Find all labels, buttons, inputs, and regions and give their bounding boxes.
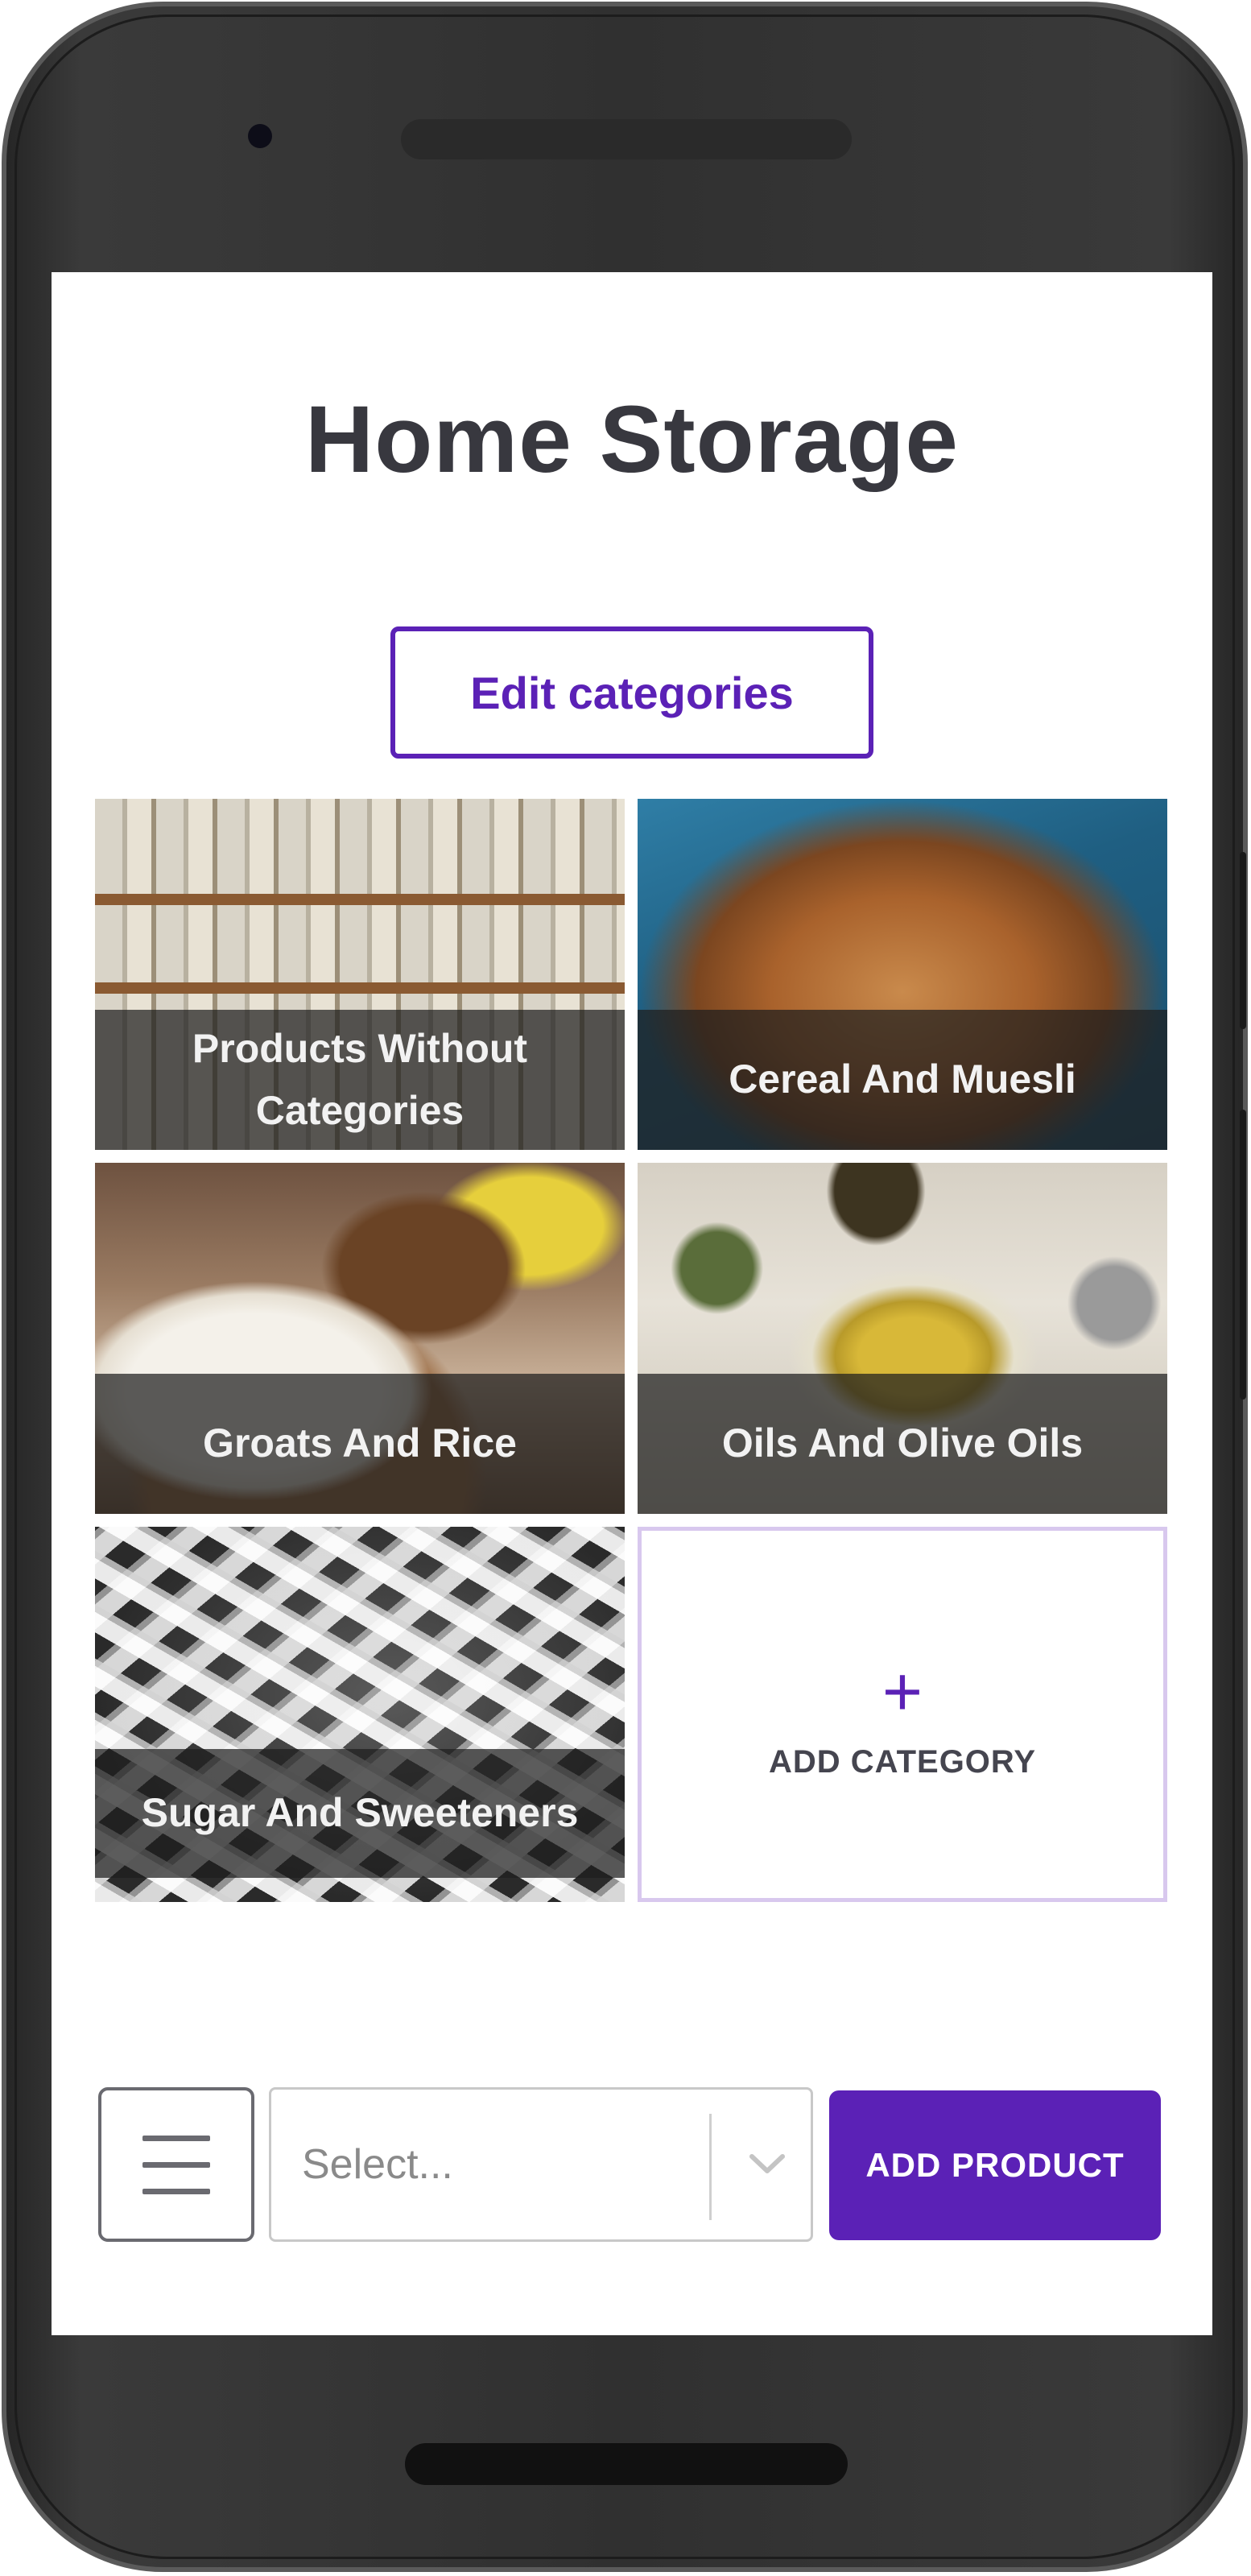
side-button (1240, 852, 1246, 1029)
hamburger-line (142, 2161, 210, 2168)
category-tile-oils-and-olive-oils[interactable]: Oils And Olive Oils (638, 1163, 1167, 1514)
hamburger-line (142, 2188, 210, 2194)
category-label: Cereal And Muesli (638, 1010, 1167, 1150)
front-camera (248, 124, 272, 148)
category-label: Groats And Rice (95, 1374, 625, 1514)
page-title: Home Storage (305, 387, 959, 493)
add-category-tile[interactable]: + ADD CATEGORY (638, 1527, 1167, 1902)
select-separator (709, 2114, 712, 2220)
add-category-label: ADD CATEGORY (769, 1743, 1036, 1780)
select-placeholder: Select... (302, 2141, 453, 2188)
chevron-down-icon[interactable] (743, 2090, 791, 2239)
category-label: Oils And Olive Oils (638, 1374, 1167, 1514)
product-select[interactable]: Select... (269, 2087, 813, 2242)
hamburger-menu-icon (142, 2135, 210, 2141)
category-tile-cereal-and-muesli[interactable]: Cereal And Muesli (638, 799, 1167, 1150)
category-label: Sugar And Sweeteners (95, 1749, 625, 1878)
plus-icon: + (881, 1652, 923, 1730)
category-label: Products Without Categories (95, 1010, 625, 1150)
earpiece-speaker (401, 119, 852, 159)
side-button (1240, 1110, 1246, 1400)
add-product-button[interactable]: ADD PRODUCT (829, 2090, 1161, 2240)
edit-categories-button[interactable]: Edit categories (390, 626, 873, 759)
phone-frame: Home Storage Edit categories Products Wi… (2, 2, 1248, 2572)
category-tile-products-without-categories[interactable]: Products Without Categories (95, 799, 625, 1150)
menu-button[interactable] (98, 2087, 254, 2242)
category-tile-groats-and-rice[interactable]: Groats And Rice (95, 1163, 625, 1514)
app-screen: Home Storage Edit categories Products Wi… (52, 272, 1212, 2335)
bottom-speaker (405, 2443, 848, 2485)
category-tile-sugar-and-sweeteners[interactable]: Sugar And Sweeteners (95, 1527, 625, 1902)
